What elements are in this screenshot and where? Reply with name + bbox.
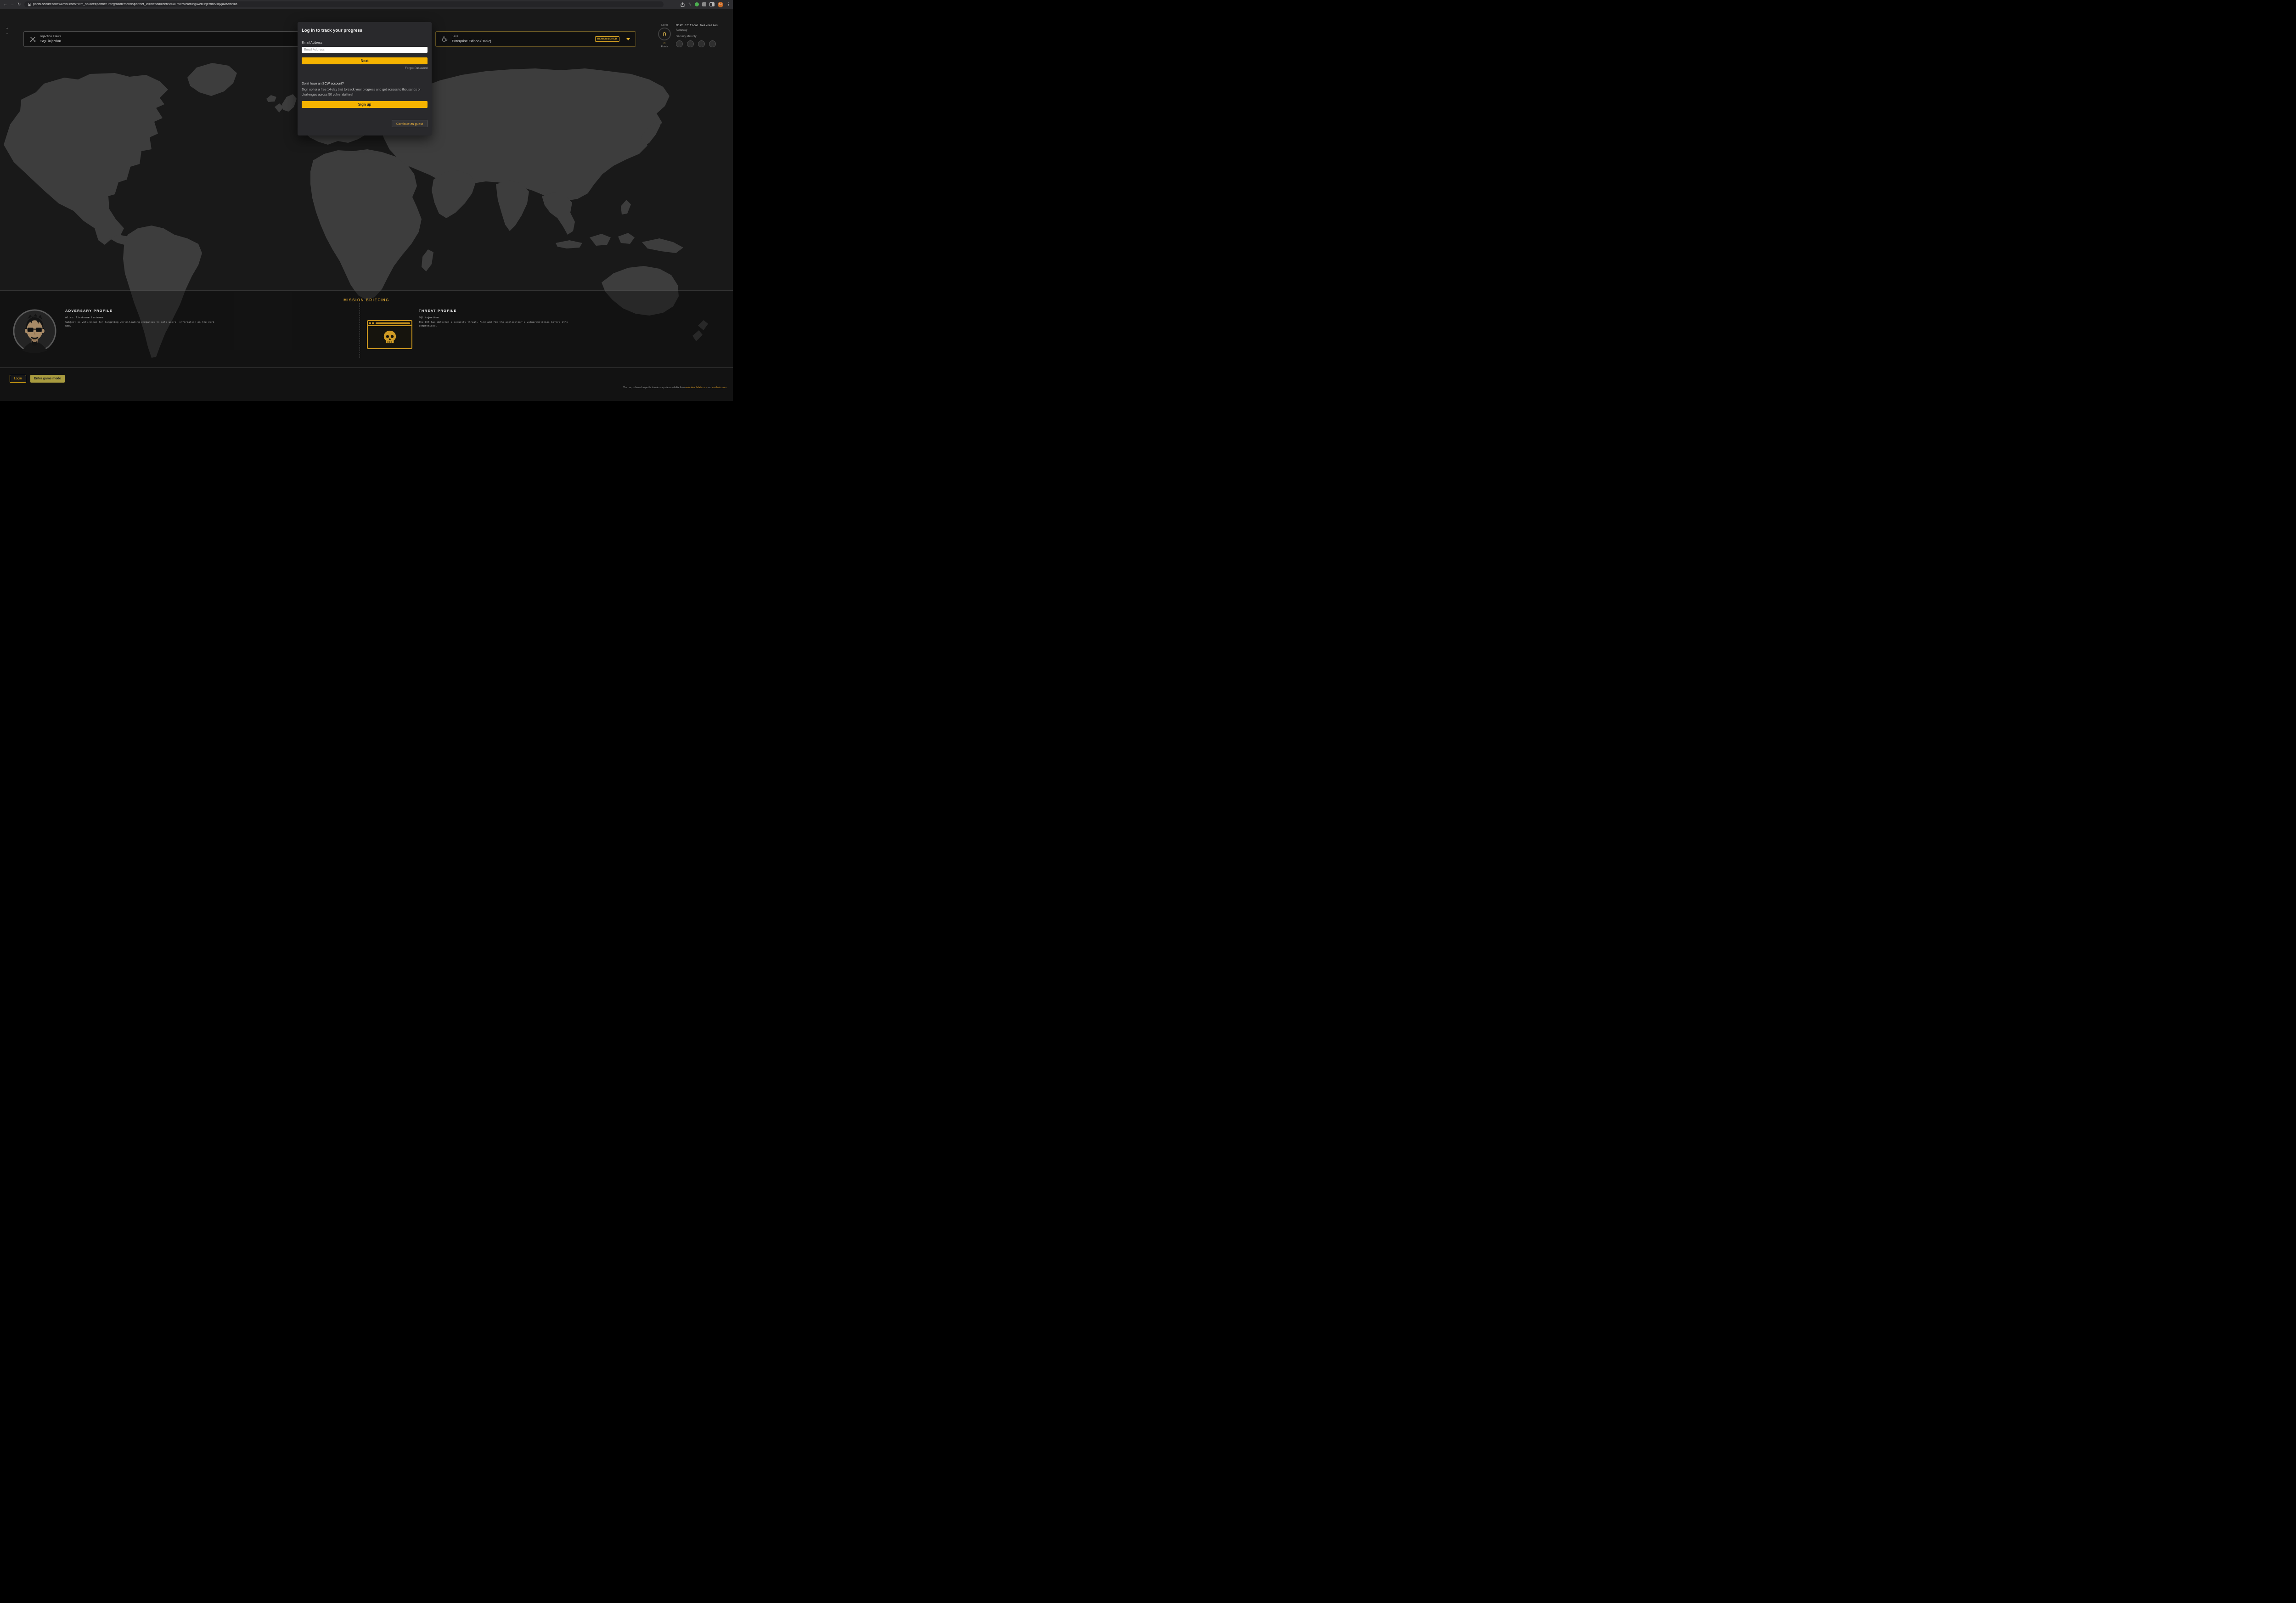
maturity-badge [676,40,683,47]
crossed-swords-icon [29,36,36,43]
mission-shade [0,290,733,401]
email-field[interactable] [302,47,428,53]
address-bar[interactable]: portal.securecodewarrior.com/?utm_source… [24,1,664,7]
attribution-text: The map is based on public domain map da… [623,386,685,389]
philippines [621,200,631,214]
map-zoom-controls: + − [5,26,9,36]
map-attribution: The map is based on public domain map da… [623,386,726,389]
java-icon [441,35,448,43]
mission-divider-top [0,290,733,291]
next-button[interactable]: Next [302,57,428,64]
maturity-badge [709,40,716,47]
continue-as-guest-button[interactable]: Continue as guest [392,120,428,127]
adversary-heading: ADVERSARY PROFILE [65,309,221,313]
threat-heading: THREAT PROFILE [419,309,584,313]
points-value: 0 [664,42,665,45]
signup-button[interactable]: Sign up [302,101,428,108]
extension-green-icon[interactable] [695,2,699,6]
madagascar [422,249,433,271]
level-value: 0 [663,31,666,38]
mission-divider-bottom [0,367,733,368]
arabia [432,170,476,218]
modal-title: Log in to track your progress [302,22,428,33]
language-selector[interactable]: Java Enterprise Edition (Basic) REMEMBER… [435,31,636,47]
new-guinea [642,238,683,253]
page: + − Injection Flaws SQL injection Java [0,9,733,401]
window-address-bar [376,322,410,324]
level-gauge: 0 [658,28,671,40]
india [496,181,529,231]
uk [282,94,297,112]
security-maturity-label: Security Maturity [676,35,732,38]
language-label: Java [452,35,491,38]
share-icon[interactable] [681,2,685,7]
map-zoom-in-button[interactable]: + [5,26,9,30]
category-text: Injection Flaws SQL injection [40,35,61,43]
threat-window-body [368,326,411,348]
side-panel-icon[interactable] [709,2,715,6]
sulawesi [618,233,635,244]
email-label: Email Address [302,41,428,45]
maturity-badge [687,40,694,47]
adversary-avatar [12,309,57,353]
extension-icon[interactable] [702,2,706,6]
sumatra-java [556,240,582,248]
subcategory-label: SQL injection [40,39,61,43]
points-label: Points [661,45,668,48]
continent-africa [310,149,422,300]
language-text: Java Enterprise Edition (Basic) [452,35,491,43]
chevron-down-icon [626,38,630,40]
back-icon[interactable]: ← [2,0,9,9]
window-control-square [372,322,374,324]
login-button[interactable]: Login [10,375,26,383]
signup-text: Sign up for a free 14-day trial to track… [302,88,428,97]
url-text: portal.securecodewarrior.com/?utm_source… [33,3,237,6]
login-modal: Log in to track your progress Email Addr… [298,22,432,135]
attribution-link-2[interactable]: amcharts.com [712,386,726,389]
level-block: Level 0 0 Points [657,24,672,48]
threat-window-graphic [367,320,412,349]
category-label: Injection Flaws [40,35,61,38]
remembered-badge: REMEMBERED [595,36,619,42]
no-account-heading: Don't have an SCW account? [302,82,428,85]
level-label: Level [661,24,668,27]
window-control-square [369,322,371,324]
adversary-alias: Alias: Firstname Lastname [65,316,221,319]
mission-briefing-title: MISSION BRIEFING [0,298,733,302]
attribution-and: and [708,386,711,389]
forgot-password-link[interactable]: Forgot Password [302,67,428,70]
enter-game-mode-button[interactable]: Enter game mode [30,375,65,383]
accuracy-label: Accuracy [676,29,732,32]
maturity-badges [676,40,732,47]
skull-icon [382,330,398,344]
threat-profile: THREAT PROFILE SQL injection The IDE has… [419,309,584,328]
stats-panel: Level 0 0 Points Most Critical Weaknesse… [657,24,732,48]
threat-window-titlebar [368,321,411,326]
browser-chrome: ← → ↻ portal.securecodewarrior.com/?utm_… [0,0,733,9]
maturity-badge [698,40,705,47]
threat-name: SQL injection [419,316,584,319]
most-critical-label: Most Critical Weaknesses [676,24,732,27]
map-zoom-out-button[interactable]: − [5,32,9,36]
attribution-link-1[interactable]: naturalearthdata.com [685,386,707,389]
weaknesses-block: Most Critical Weaknesses Accuracy Securi… [676,24,732,48]
lock-icon [28,3,31,6]
reload-icon[interactable]: ↻ [16,0,23,9]
adversary-description: Subject is well-known for targeting worl… [65,321,221,328]
browser-profile-avatar[interactable]: C [718,2,723,7]
bookmark-star-icon[interactable]: ☆ [688,0,692,9]
browser-menu-icon[interactable]: ⋮ [726,0,731,9]
continent-north-america [4,73,168,245]
chrome-actions: ☆ C ⋮ [681,0,731,9]
iceland [266,95,276,102]
forward-icon[interactable]: → [9,0,16,9]
threat-description: The IDE has detected a security threat. … [419,321,584,328]
guest-row: Continue as guest [302,120,428,127]
adversary-profile: ADVERSARY PROFILE Alias: Firstname Lastn… [65,309,221,328]
borneo [590,234,611,246]
edition-label: Enterprise Edition (Basic) [452,39,491,43]
continent-greenland [187,63,237,96]
screen: ← → ↻ portal.securecodewarrior.com/?utm_… [0,0,733,401]
